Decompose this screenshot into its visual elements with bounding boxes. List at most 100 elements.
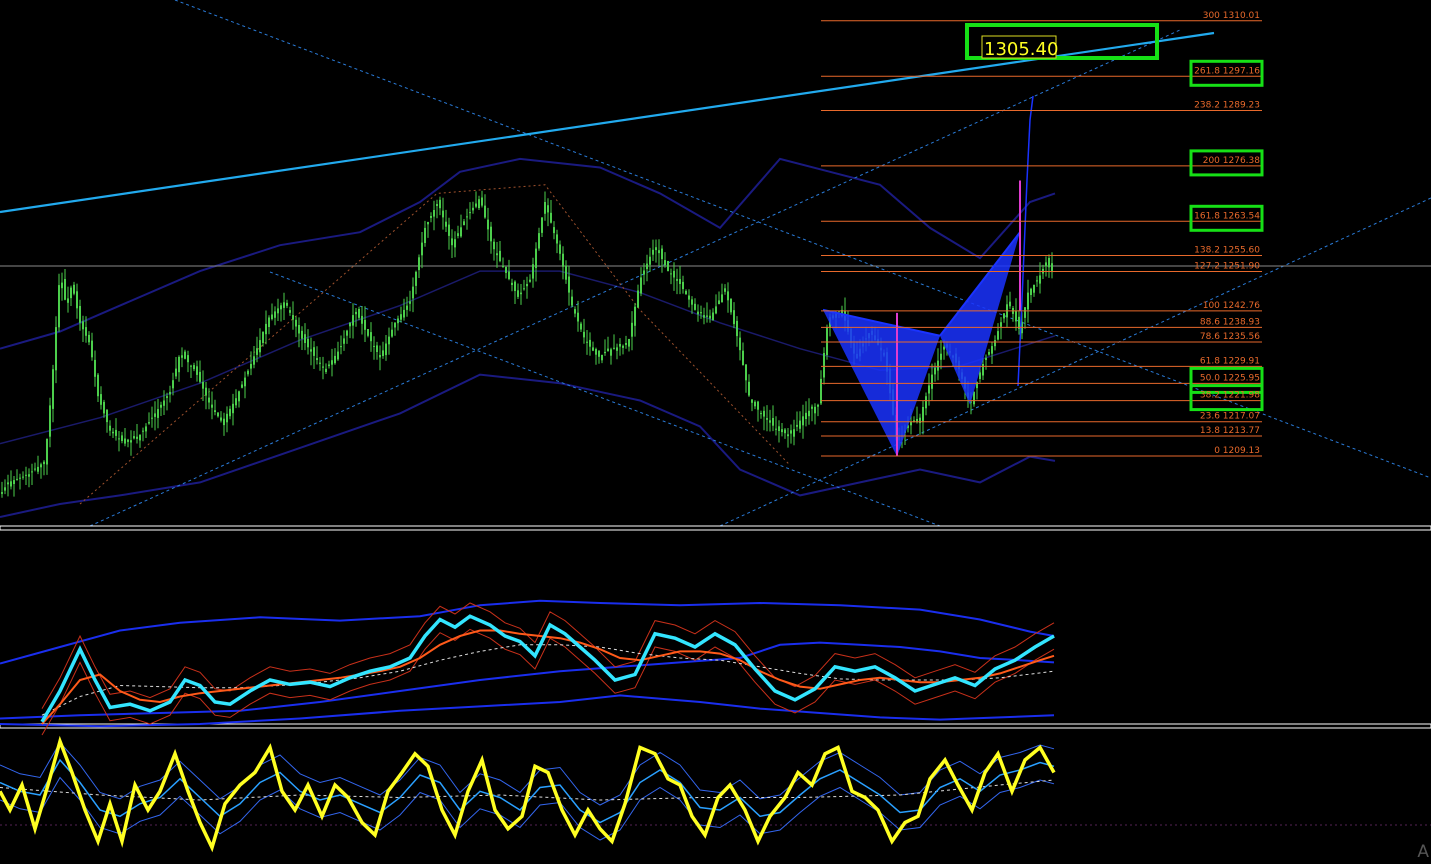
candle-body <box>634 306 636 326</box>
candle-body <box>205 387 207 396</box>
candle-body <box>163 400 165 406</box>
candle-body <box>262 332 264 343</box>
candle-body <box>325 368 327 372</box>
candle-body <box>703 315 705 318</box>
candle-body <box>649 256 651 265</box>
candle-body <box>1000 322 1002 327</box>
candle-body <box>766 418 768 420</box>
candle-body <box>181 355 183 358</box>
candle-body <box>802 416 804 426</box>
candle-body <box>46 438 48 465</box>
fib-label-4: 161.8 1263.54 <box>1194 211 1260 221</box>
candle-body <box>1009 301 1011 307</box>
candle-body <box>34 468 36 470</box>
candle-body <box>592 347 594 351</box>
candle-body <box>364 319 366 330</box>
candle-body <box>250 363 252 369</box>
candle-body <box>403 309 405 318</box>
candle-body <box>808 410 810 417</box>
candle-body <box>697 311 699 315</box>
candle-body <box>148 422 150 424</box>
candle-body <box>685 290 687 295</box>
candle-body <box>295 319 297 327</box>
candle-body <box>586 341 588 343</box>
candle-body <box>43 461 45 465</box>
candle-body <box>340 346 342 348</box>
candle-body <box>121 435 123 441</box>
candle-body <box>247 370 249 375</box>
candle-body <box>691 299 693 305</box>
candle-body <box>484 205 486 218</box>
candle-body <box>718 300 720 305</box>
candle-body <box>1003 313 1005 319</box>
candle-body <box>937 360 939 371</box>
candle-body <box>421 242 423 256</box>
candle-body <box>1039 275 1041 284</box>
candle-body <box>643 270 645 275</box>
candle-body <box>544 202 546 214</box>
candle-body <box>769 420 771 423</box>
candle-body <box>565 265 567 280</box>
candle-body <box>1024 307 1026 318</box>
candle-body <box>394 322 396 328</box>
candle-body <box>139 435 141 441</box>
candle-body <box>106 409 108 423</box>
candle-body <box>787 434 789 437</box>
candle-body <box>166 396 168 398</box>
candle-body <box>826 327 828 356</box>
candle-body <box>619 344 621 347</box>
candle-body <box>31 471 33 473</box>
candle-body <box>334 355 336 364</box>
candle-body <box>22 476 24 478</box>
candle-body <box>583 331 585 338</box>
candle-body <box>493 241 495 250</box>
candle-body <box>19 477 21 479</box>
candle-body <box>58 285 60 328</box>
candle-body <box>310 349 312 352</box>
candle-body <box>64 279 66 300</box>
candle-body <box>709 315 711 319</box>
candle-body <box>244 377 246 387</box>
candle-body <box>538 233 540 249</box>
candle-body <box>661 248 663 260</box>
candle-body <box>712 312 714 321</box>
candle-body <box>931 374 933 389</box>
candle-body <box>511 282 513 285</box>
candle-body <box>730 298 732 313</box>
candle-body <box>979 372 981 379</box>
candle-body <box>652 249 654 255</box>
candle-body <box>430 216 432 218</box>
candle-body <box>490 226 492 242</box>
fib-label-13: 23.6 1217.07 <box>1200 412 1260 422</box>
candle-body <box>259 340 261 353</box>
candle-body <box>202 382 204 389</box>
candle-body <box>238 391 240 402</box>
candle-body <box>499 250 501 262</box>
fib-label-2: 238.2 1289.23 <box>1194 101 1260 111</box>
candle-body <box>1030 288 1032 295</box>
candle-body <box>778 426 780 431</box>
candle-body <box>781 429 783 433</box>
candle-body <box>73 284 75 294</box>
candle-body <box>7 482 9 485</box>
fib-label-5: 138.2 1255.60 <box>1194 246 1260 256</box>
candle-body <box>115 429 117 436</box>
candle-body <box>406 305 408 310</box>
candle-body <box>811 406 813 409</box>
candle-body <box>370 332 372 342</box>
candle-body <box>214 410 216 412</box>
candle-body <box>607 348 609 352</box>
candle-body <box>130 440 132 443</box>
candle-body <box>721 294 723 303</box>
candle-body <box>724 288 726 292</box>
candle-body <box>763 410 765 417</box>
candle-body <box>289 310 291 313</box>
candle-body <box>568 276 570 293</box>
candle-body <box>256 348 258 355</box>
candle-body <box>232 403 234 414</box>
candle-body <box>457 233 459 236</box>
candle-body <box>772 418 774 426</box>
candle-body <box>1015 310 1017 322</box>
candle-body <box>349 322 351 327</box>
candle-body <box>442 210 444 218</box>
